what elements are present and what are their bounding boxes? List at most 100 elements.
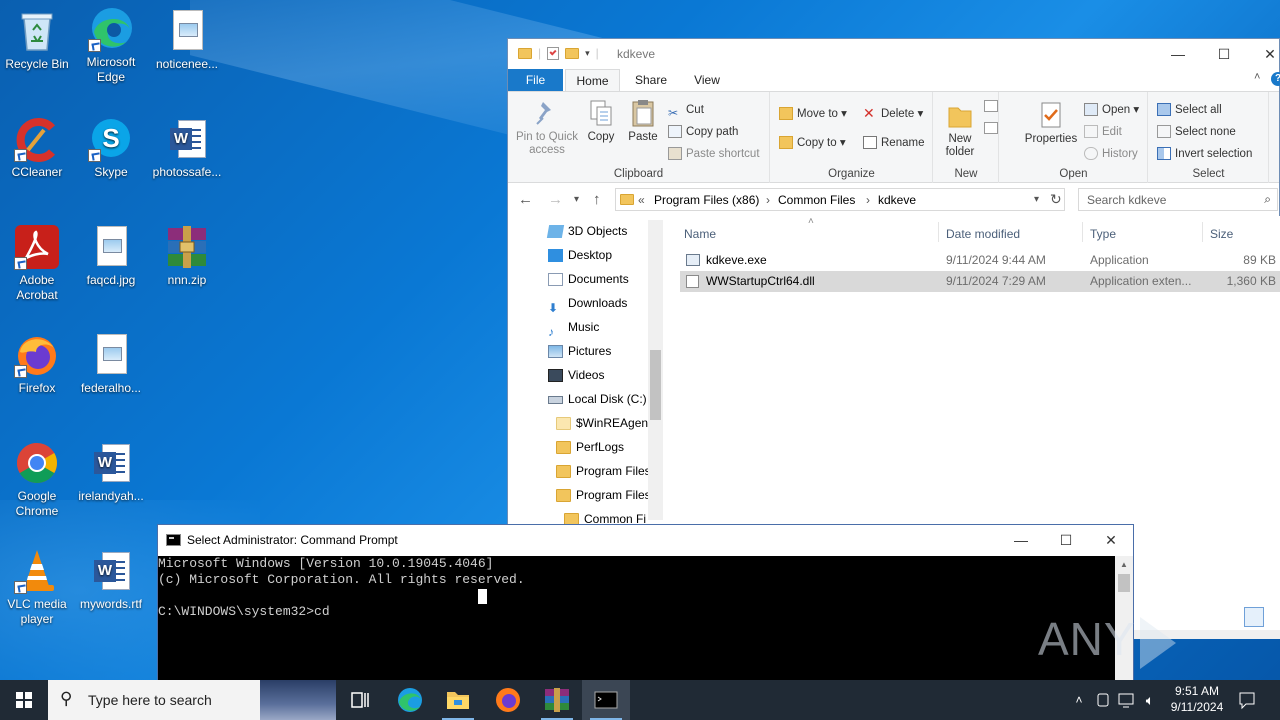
address-dropdown-icon[interactable]: ▾ (1034, 194, 1039, 205)
tab-file[interactable]: File (508, 69, 563, 91)
nav-pane-scrollbar[interactable] (648, 220, 663, 520)
column-header-type[interactable]: Type (1090, 227, 1116, 241)
desktop-icon-nnn-zip[interactable]: nnn.zip (150, 224, 224, 288)
nav-item-3d-objects[interactable]: 3D Objects (546, 220, 627, 242)
paste-button[interactable]: Paste (622, 98, 664, 144)
network-icon[interactable] (1115, 680, 1137, 720)
taskbar-firefox[interactable] (484, 680, 532, 720)
address-bar[interactable]: « Program Files (x86) › Common Files › k… (615, 188, 1065, 211)
maximize-button[interactable]: ☐ (1201, 39, 1247, 69)
new-folder-qat-icon[interactable] (565, 47, 580, 59)
cut-button[interactable]: ✂ Cut (668, 100, 704, 120)
nav-item-program-files-x86[interactable]: Program Files (556, 484, 651, 506)
collapse-ribbon-icon[interactable]: ˄ (1254, 71, 1260, 83)
desktop-icon-mywords[interactable]: W mywords.rtf (74, 548, 148, 612)
column-header-date[interactable]: Date modified (946, 227, 1020, 241)
up-arrow-icon[interactable]: ↑ (593, 191, 601, 208)
column-header-size[interactable]: Size (1210, 227, 1233, 241)
taskbar-search-box[interactable]: ⚲ Type here to search (48, 680, 336, 720)
desktop-icon-federalho[interactable]: federalho... (74, 332, 148, 396)
cmd-maximize-button[interactable]: ☐ (1043, 525, 1089, 555)
refresh-icon[interactable]: ↻ (1050, 191, 1062, 208)
desktop-icon-faqcd[interactable]: faqcd.jpg (74, 224, 148, 288)
taskbar-clock[interactable]: 9:51 AM 9/11/2024 (1162, 683, 1232, 715)
column-header-name[interactable]: Name (684, 227, 716, 241)
tab-view[interactable]: View (682, 69, 732, 91)
taskbar-file-explorer[interactable] (434, 680, 482, 720)
move-to-button[interactable]: Move to ▾ (779, 104, 847, 124)
open-button[interactable]: Open ▾ (1084, 100, 1139, 120)
help-icon[interactable]: ? (1271, 72, 1280, 86)
properties-button[interactable]: Properties (1022, 100, 1080, 146)
task-view-button[interactable] (336, 680, 384, 720)
desktop-icon-ccleaner[interactable]: CCleaner (0, 116, 74, 180)
nav-item-winreagent[interactable]: $WinREAgent (556, 412, 651, 434)
desktop-icon-recycle-bin[interactable]: Recycle Bin (0, 8, 74, 72)
tab-share[interactable]: Share (626, 69, 676, 91)
desktop-icon-skype[interactable]: S Skype (74, 116, 148, 180)
delete-button[interactable]: ✕ Delete ▾ (863, 104, 923, 124)
nav-item-videos[interactable]: Videos (548, 364, 604, 386)
taskbar-command-prompt[interactable] (582, 680, 630, 720)
copy-to-button[interactable]: Copy to ▾ (779, 133, 846, 153)
forward-arrow-icon[interactable]: → (548, 191, 563, 208)
cmd-close-button[interactable]: ✕ (1088, 525, 1134, 555)
nav-item-documents[interactable]: Documents (548, 268, 629, 290)
breadcrumb-common-files[interactable]: Common Files (778, 193, 855, 207)
close-button[interactable]: ✕ (1247, 39, 1280, 69)
nav-item-perflogs[interactable]: PerfLogs (556, 436, 624, 458)
back-arrow-icon[interactable]: ← (518, 191, 533, 208)
desktop-icon-irelandyah[interactable]: W irelandyah... (74, 440, 148, 504)
scroll-up-icon[interactable]: ▲ (1120, 560, 1128, 569)
nav-item-music[interactable]: ♪ Music (548, 316, 599, 339)
breadcrumb-kdkeve[interactable]: kdkeve (878, 193, 916, 207)
taskbar-winrar[interactable] (533, 680, 581, 720)
breadcrumb-program-files-x86[interactable]: Program Files (x86) (654, 193, 759, 207)
paste-shortcut-button[interactable]: Paste shortcut (668, 144, 760, 164)
notifications-icon[interactable] (1236, 680, 1258, 720)
breadcrumb-overflow[interactable]: « (638, 193, 645, 207)
file-row-selected[interactable]: WWStartupCtrl64.dll 9/11/2024 7:29 AM Ap… (680, 271, 1280, 292)
nav-item-desktop[interactable]: Desktop (548, 244, 612, 266)
desktop-icon-chrome[interactable]: Google Chrome (0, 440, 74, 519)
qat-dropdown-icon[interactable]: ▾ (585, 48, 590, 59)
scrollbar-thumb[interactable] (650, 350, 661, 420)
edit-button[interactable]: Edit (1084, 122, 1122, 142)
tab-home[interactable]: Home (565, 69, 620, 91)
rename-button[interactable]: Rename (863, 133, 924, 153)
search-input[interactable]: Search kdkeve ⌕ (1078, 188, 1278, 211)
recent-locations-icon[interactable]: ▾ (574, 194, 579, 205)
winrar-icon (545, 688, 569, 712)
desktop-icon-vlc[interactable]: VLC media player (0, 548, 74, 627)
volume-icon[interactable]: 🔈︎ (1139, 680, 1161, 720)
new-item-icon[interactable] (984, 100, 998, 112)
desktop-icon-photossafe[interactable]: W photossafe... (150, 116, 224, 180)
start-button[interactable] (0, 680, 48, 720)
file-row[interactable]: kdkeve.exe 9/11/2024 9:44 AM Application… (680, 250, 1280, 271)
minimize-button[interactable]: — (1155, 39, 1201, 69)
tray-device-icon[interactable] (1092, 680, 1114, 720)
nav-item-pictures[interactable]: Pictures (548, 340, 611, 362)
desktop-icon-noticenee[interactable]: noticenee... (150, 8, 224, 72)
cmd-scrollbar-thumb[interactable] (1118, 574, 1130, 592)
invert-selection-button[interactable]: Invert selection (1157, 144, 1252, 164)
nav-item-program-files[interactable]: Program Files (556, 460, 651, 482)
taskbar-edge[interactable] (386, 680, 434, 720)
pin-quick-access-button[interactable]: Pin to Quick access (512, 98, 582, 157)
copy-path-button[interactable]: Copy path (668, 122, 738, 142)
nav-item-downloads[interactable]: ⬇ Downloads (548, 292, 627, 315)
show-hidden-icons-chevron[interactable]: ˄ (1068, 680, 1090, 720)
history-button[interactable]: History (1084, 144, 1138, 164)
properties-qat-icon[interactable] (547, 46, 560, 60)
desktop-icon-edge[interactable]: Microsoft Edge (74, 6, 148, 85)
easy-access-icon[interactable] (984, 122, 998, 134)
select-none-button[interactable]: Select none (1157, 122, 1236, 142)
copy-button[interactable]: Copy (582, 98, 620, 144)
select-all-button[interactable]: Select all (1157, 100, 1222, 120)
new-folder-button[interactable]: New folder (938, 100, 982, 159)
cmd-minimize-button[interactable]: — (998, 525, 1044, 555)
desktop-icon-firefox[interactable]: Firefox (0, 332, 74, 396)
desktop-icon-acrobat[interactable]: Adobe Acrobat (0, 224, 74, 303)
word-document-icon: W (88, 548, 134, 594)
nav-item-local-disk[interactable]: Local Disk (C:) (548, 388, 647, 410)
